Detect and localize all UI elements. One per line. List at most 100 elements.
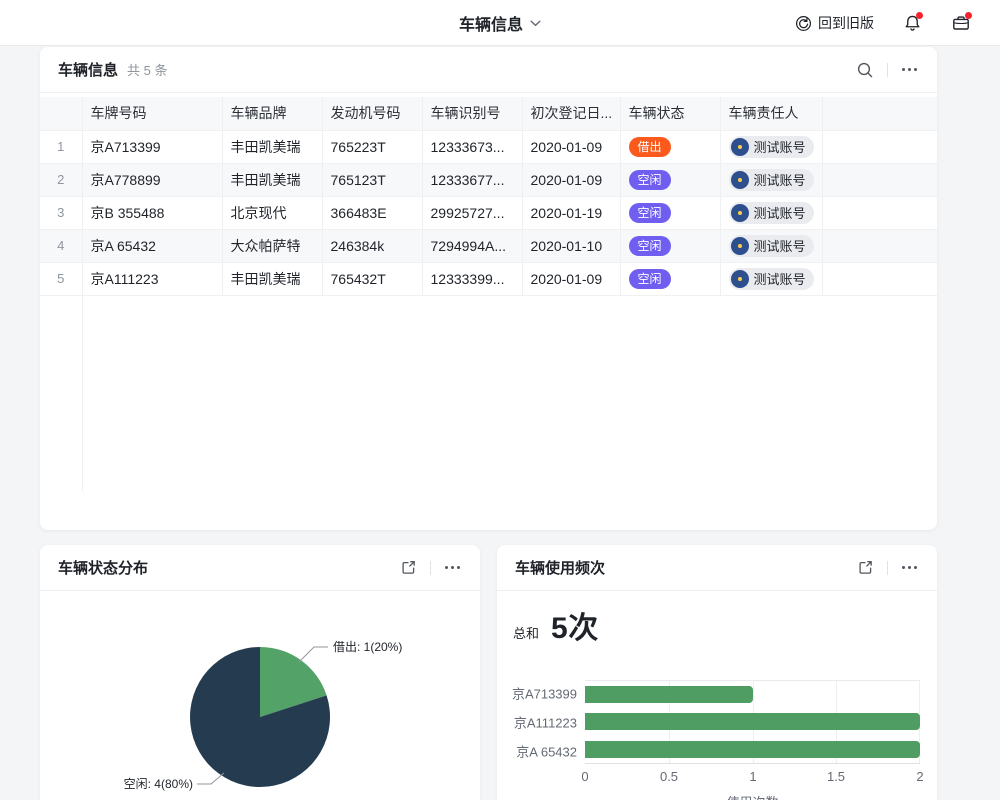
owner-chip[interactable]: 测试账号 — [729, 235, 814, 257]
header-plate[interactable]: 车牌号码 — [82, 97, 222, 130]
open-external-icon — [857, 559, 874, 576]
table-row[interactable]: 5 京A111223 丰田凯美瑞 765432T 12333399... 202… — [40, 262, 937, 295]
cell-brand[interactable]: 丰田凯美瑞 — [222, 262, 322, 295]
cell-plate[interactable]: 京A111223 — [82, 262, 222, 295]
owner-chip[interactable]: 测试账号 — [729, 202, 814, 224]
cell-status[interactable]: 空闲 — [620, 163, 720, 196]
header-engine[interactable]: 发动机号码 — [322, 97, 422, 130]
total-value: 5次 — [551, 603, 599, 647]
cell-reg-date[interactable]: 2020-01-19 — [522, 196, 620, 229]
cell-reg-date[interactable]: 2020-01-09 — [522, 130, 620, 163]
status-badge[interactable]: 空闲 — [629, 269, 671, 289]
cell-plate[interactable]: 京A713399 — [82, 130, 222, 163]
owner-chip[interactable]: 测试账号 — [729, 136, 814, 158]
bar-category-label: 京A111223 — [497, 713, 577, 732]
cell-owner[interactable]: 测试账号 — [720, 229, 822, 262]
cell-reg-date[interactable]: 2020-01-09 — [522, 163, 620, 196]
cell-empty — [822, 229, 937, 262]
pie-label-lent: 借出: 1(20%) — [333, 640, 402, 654]
cell-vin[interactable]: 29925727... — [422, 196, 522, 229]
open-chart-button[interactable] — [397, 556, 420, 579]
cell-owner[interactable]: 测试账号 — [720, 163, 822, 196]
notifications-button[interactable] — [901, 12, 923, 34]
status-badge[interactable]: 空闲 — [629, 170, 671, 190]
cell-reg-date[interactable]: 2020-01-09 — [522, 262, 620, 295]
table-row[interactable]: 1 京A713399 丰田凯美瑞 765223T 12333673... 202… — [40, 130, 937, 163]
cell-owner[interactable]: 测试账号 — [720, 196, 822, 229]
open-chart-button[interactable] — [854, 556, 877, 579]
bar-series-item[interactable] — [585, 713, 920, 730]
status-badge[interactable]: 借出 — [629, 137, 671, 157]
header-vin[interactable]: 车辆识别号 — [422, 97, 522, 130]
pie-card-header: 车辆状态分布 — [40, 545, 480, 591]
cell-empty — [822, 163, 937, 196]
table-card-header: 车辆信息 共 5 条 — [40, 47, 937, 93]
cell-vin[interactable]: 12333399... — [422, 262, 522, 295]
bar-series-item[interactable] — [585, 741, 920, 758]
row-index: 4 — [40, 229, 82, 262]
owner-chip[interactable]: 测试账号 — [729, 268, 814, 290]
cell-vin[interactable]: 12333673... — [422, 130, 522, 163]
cell-empty — [822, 196, 937, 229]
pie-leader-line — [299, 647, 328, 662]
cell-brand[interactable]: 丰田凯美瑞 — [222, 163, 322, 196]
cell-engine[interactable]: 246384k — [322, 229, 422, 262]
cell-brand[interactable]: 丰田凯美瑞 — [222, 130, 322, 163]
cell-brand[interactable]: 北京现代 — [222, 196, 322, 229]
x-tick: 2 — [916, 769, 923, 784]
cell-vin[interactable]: 7294994A... — [422, 229, 522, 262]
total-label: 总和 — [513, 623, 539, 642]
cell-owner[interactable]: 测试账号 — [720, 262, 822, 295]
cell-vin[interactable]: 12333677... — [422, 163, 522, 196]
header-reg-date[interactable]: 初次登记日... — [522, 97, 620, 130]
cell-status[interactable]: 借出 — [620, 130, 720, 163]
divider — [887, 561, 888, 575]
cell-status[interactable]: 空闲 — [620, 196, 720, 229]
bar-chart-plot — [585, 680, 920, 764]
status-badge[interactable]: 空闲 — [629, 203, 671, 223]
usage-frequency-card: 车辆使用频次 总和 5次 京A713399 京A111223 京A 65432 — [497, 545, 937, 800]
workbench-button[interactable] — [950, 12, 972, 34]
avatar — [731, 270, 749, 288]
page-title: 车辆信息 — [459, 11, 523, 35]
cell-owner[interactable]: 测试账号 — [720, 130, 822, 163]
cell-engine[interactable]: 765432T — [322, 262, 422, 295]
table-row[interactable]: 3 京B 355488 北京现代 366483E 29925727... 202… — [40, 196, 937, 229]
cell-plate[interactable]: 京A778899 — [82, 163, 222, 196]
pie-chart[interactable]: 借出: 1(20%) 空闲: 4(80%) — [40, 591, 480, 800]
cell-status[interactable]: 空闲 — [620, 229, 720, 262]
cell-brand[interactable]: 大众帕萨特 — [222, 229, 322, 262]
x-axis-label: 使用次数 — [585, 792, 920, 800]
back-to-old-button[interactable]: 回到旧版 — [795, 13, 874, 33]
cell-status[interactable]: 空闲 — [620, 262, 720, 295]
table-row[interactable]: 2 京A778899 丰田凯美瑞 765123T 12333677... 202… — [40, 163, 937, 196]
cell-engine[interactable]: 765123T — [322, 163, 422, 196]
header-status[interactable]: 车辆状态 — [620, 97, 720, 130]
row-index: 2 — [40, 163, 82, 196]
workbench-badge — [965, 12, 972, 19]
cell-empty — [822, 262, 937, 295]
total-summary: 总和 5次 — [513, 603, 599, 647]
cell-plate[interactable]: 京B 355488 — [82, 196, 222, 229]
more-actions-button[interactable] — [441, 560, 464, 575]
status-badge[interactable]: 空闲 — [629, 236, 671, 256]
vehicle-table-card: 车辆信息 共 5 条 车牌号码 车辆品牌 发动机号码 车辆识别号 — [40, 47, 937, 530]
more-actions-button[interactable] — [898, 560, 921, 575]
bar-series-item[interactable] — [585, 686, 753, 703]
cell-plate[interactable]: 京A 65432 — [82, 229, 222, 262]
cell-engine[interactable]: 366483E — [322, 196, 422, 229]
cell-engine[interactable]: 765223T — [322, 130, 422, 163]
bar-category-label: 京A713399 — [497, 684, 577, 703]
owner-chip[interactable]: 测试账号 — [729, 169, 814, 191]
search-button[interactable] — [853, 58, 877, 82]
table-row[interactable]: 4 京A 65432 大众帕萨特 246384k 7294994A... 202… — [40, 229, 937, 262]
more-actions-button[interactable] — [898, 62, 921, 77]
header-empty — [822, 97, 937, 130]
x-tick: 0 — [581, 769, 588, 784]
header-owner[interactable]: 车辆责任人 — [720, 97, 822, 130]
avatar — [731, 171, 749, 189]
header-brand[interactable]: 车辆品牌 — [222, 97, 322, 130]
chevron-down-icon — [530, 20, 541, 27]
cell-reg-date[interactable]: 2020-01-10 — [522, 229, 620, 262]
back-to-old-label: 回到旧版 — [818, 13, 874, 33]
